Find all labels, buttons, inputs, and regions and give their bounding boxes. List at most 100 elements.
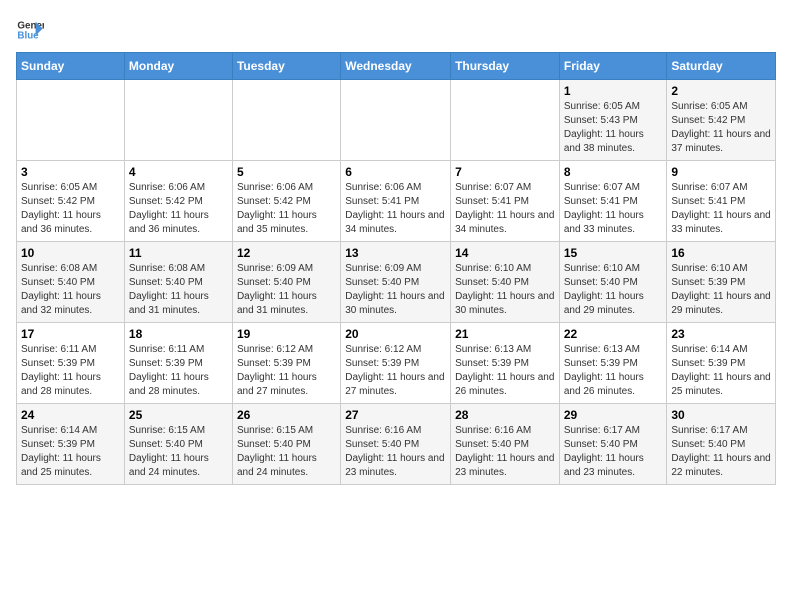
logo-icon: General Blue xyxy=(16,16,44,44)
calendar-header-cell: Thursday xyxy=(451,53,560,80)
day-number: 27 xyxy=(345,408,446,422)
day-info: Sunrise: 6:11 AM Sunset: 5:39 PM Dayligh… xyxy=(129,343,228,399)
calendar-header-cell: Friday xyxy=(559,53,667,80)
calendar-cell: 23 Sunrise: 6:14 AM Sunset: 5:39 PM Dayli… xyxy=(667,323,776,404)
day-number: 18 xyxy=(129,327,228,341)
day-number: 29 xyxy=(564,408,663,422)
day-number: 24 xyxy=(21,408,120,422)
day-number: 8 xyxy=(564,165,663,179)
day-info: Sunrise: 6:16 AM Sunset: 5:40 PM Dayligh… xyxy=(345,424,446,480)
day-number: 13 xyxy=(345,246,446,260)
calendar-cell: 15 Sunrise: 6:10 AM Sunset: 5:40 PM Dayli… xyxy=(559,242,667,323)
day-info: Sunrise: 6:15 AM Sunset: 5:40 PM Dayligh… xyxy=(237,424,336,480)
day-info: Sunrise: 6:05 AM Sunset: 5:43 PM Dayligh… xyxy=(564,100,663,156)
day-info: Sunrise: 6:07 AM Sunset: 5:41 PM Dayligh… xyxy=(455,181,555,237)
day-number: 22 xyxy=(564,327,663,341)
day-number: 17 xyxy=(21,327,120,341)
day-info: Sunrise: 6:06 AM Sunset: 5:41 PM Dayligh… xyxy=(345,181,446,237)
calendar-cell: 29 Sunrise: 6:17 AM Sunset: 5:40 PM Dayli… xyxy=(559,404,667,485)
calendar-cell: 26 Sunrise: 6:15 AM Sunset: 5:40 PM Dayli… xyxy=(232,404,340,485)
day-info: Sunrise: 6:14 AM Sunset: 5:39 PM Dayligh… xyxy=(671,343,771,399)
calendar-header-cell: Saturday xyxy=(667,53,776,80)
calendar-cell: 25 Sunrise: 6:15 AM Sunset: 5:40 PM Dayli… xyxy=(124,404,232,485)
day-number: 10 xyxy=(21,246,120,260)
day-number: 6 xyxy=(345,165,446,179)
day-number: 16 xyxy=(671,246,771,260)
day-number: 30 xyxy=(671,408,771,422)
day-number: 19 xyxy=(237,327,336,341)
day-info: Sunrise: 6:13 AM Sunset: 5:39 PM Dayligh… xyxy=(564,343,663,399)
calendar-cell: 10 Sunrise: 6:08 AM Sunset: 5:40 PM Dayli… xyxy=(17,242,125,323)
day-number: 12 xyxy=(237,246,336,260)
day-info: Sunrise: 6:14 AM Sunset: 5:39 PM Dayligh… xyxy=(21,424,120,480)
calendar-header-cell: Tuesday xyxy=(232,53,340,80)
calendar-header-cell: Wednesday xyxy=(341,53,451,80)
calendar-cell xyxy=(124,80,232,161)
calendar-cell: 2Sunrise: 6:05 AM Sunset: 5:42 PM Daylig… xyxy=(667,80,776,161)
day-number: 28 xyxy=(455,408,555,422)
logo: General Blue xyxy=(16,16,48,44)
calendar-cell: 17 Sunrise: 6:11 AM Sunset: 5:39 PM Dayli… xyxy=(17,323,125,404)
calendar-cell xyxy=(451,80,560,161)
calendar-cell: 7Sunrise: 6:07 AM Sunset: 5:41 PM Daylig… xyxy=(451,161,560,242)
calendar-header-cell: Sunday xyxy=(17,53,125,80)
day-info: Sunrise: 6:13 AM Sunset: 5:39 PM Dayligh… xyxy=(455,343,555,399)
day-number: 21 xyxy=(455,327,555,341)
calendar-cell: 6 Sunrise: 6:06 AM Sunset: 5:41 PM Daylig… xyxy=(341,161,451,242)
day-info: Sunrise: 6:06 AM Sunset: 5:42 PM Dayligh… xyxy=(237,181,336,237)
calendar-cell: 20 Sunrise: 6:12 AM Sunset: 5:39 PM Dayli… xyxy=(341,323,451,404)
day-number: 3 xyxy=(21,165,120,179)
calendar-cell: 24 Sunrise: 6:14 AM Sunset: 5:39 PM Dayli… xyxy=(17,404,125,485)
calendar-cell: 18 Sunrise: 6:11 AM Sunset: 5:39 PM Dayli… xyxy=(124,323,232,404)
calendar-cell: 21 Sunrise: 6:13 AM Sunset: 5:39 PM Dayli… xyxy=(451,323,560,404)
calendar-cell: 13 Sunrise: 6:09 AM Sunset: 5:40 PM Dayli… xyxy=(341,242,451,323)
calendar-cell: 22 Sunrise: 6:13 AM Sunset: 5:39 PM Dayli… xyxy=(559,323,667,404)
calendar-week-row: 1Sunrise: 6:05 AM Sunset: 5:43 PM Daylig… xyxy=(17,80,776,161)
day-info: Sunrise: 6:12 AM Sunset: 5:39 PM Dayligh… xyxy=(345,343,446,399)
day-info: Sunrise: 6:08 AM Sunset: 5:40 PM Dayligh… xyxy=(129,262,228,318)
day-info: Sunrise: 6:09 AM Sunset: 5:40 PM Dayligh… xyxy=(345,262,446,318)
calendar-body: 1Sunrise: 6:05 AM Sunset: 5:43 PM Daylig… xyxy=(17,80,776,485)
calendar-cell: 19Sunrise: 6:12 AM Sunset: 5:39 PM Dayli… xyxy=(232,323,340,404)
day-info: Sunrise: 6:05 AM Sunset: 5:42 PM Dayligh… xyxy=(21,181,120,237)
day-number: 4 xyxy=(129,165,228,179)
day-info: Sunrise: 6:17 AM Sunset: 5:40 PM Dayligh… xyxy=(671,424,771,480)
day-number: 23 xyxy=(671,327,771,341)
calendar-cell: 9Sunrise: 6:07 AM Sunset: 5:41 PM Daylig… xyxy=(667,161,776,242)
day-info: Sunrise: 6:15 AM Sunset: 5:40 PM Dayligh… xyxy=(129,424,228,480)
day-info: Sunrise: 6:10 AM Sunset: 5:39 PM Dayligh… xyxy=(671,262,771,318)
day-info: Sunrise: 6:06 AM Sunset: 5:42 PM Dayligh… xyxy=(129,181,228,237)
day-number: 15 xyxy=(564,246,663,260)
day-info: Sunrise: 6:08 AM Sunset: 5:40 PM Dayligh… xyxy=(21,262,120,318)
calendar-week-row: 3 Sunrise: 6:05 AM Sunset: 5:42 PM Daylig… xyxy=(17,161,776,242)
calendar-cell xyxy=(232,80,340,161)
calendar-week-row: 24 Sunrise: 6:14 AM Sunset: 5:39 PM Dayli… xyxy=(17,404,776,485)
calendar-week-row: 10 Sunrise: 6:08 AM Sunset: 5:40 PM Dayli… xyxy=(17,242,776,323)
day-info: Sunrise: 6:17 AM Sunset: 5:40 PM Dayligh… xyxy=(564,424,663,480)
calendar-header-row: SundayMondayTuesdayWednesdayThursdayFrid… xyxy=(17,53,776,80)
calendar-cell: 11 Sunrise: 6:08 AM Sunset: 5:40 PM Dayli… xyxy=(124,242,232,323)
calendar-table: SundayMondayTuesdayWednesdayThursdayFrid… xyxy=(16,52,776,485)
calendar-cell: 4 Sunrise: 6:06 AM Sunset: 5:42 PM Daylig… xyxy=(124,161,232,242)
day-info: Sunrise: 6:05 AM Sunset: 5:42 PM Dayligh… xyxy=(671,100,771,156)
day-number: 14 xyxy=(455,246,555,260)
calendar-cell: 27 Sunrise: 6:16 AM Sunset: 5:40 PM Dayli… xyxy=(341,404,451,485)
calendar-header-cell: Monday xyxy=(124,53,232,80)
calendar-cell: 16 Sunrise: 6:10 AM Sunset: 5:39 PM Dayli… xyxy=(667,242,776,323)
day-info: Sunrise: 6:07 AM Sunset: 5:41 PM Dayligh… xyxy=(564,181,663,237)
calendar-cell: 3 Sunrise: 6:05 AM Sunset: 5:42 PM Daylig… xyxy=(17,161,125,242)
day-info: Sunrise: 6:11 AM Sunset: 5:39 PM Dayligh… xyxy=(21,343,120,399)
calendar-cell: 8 Sunrise: 6:07 AM Sunset: 5:41 PM Daylig… xyxy=(559,161,667,242)
calendar-cell: 14Sunrise: 6:10 AM Sunset: 5:40 PM Dayli… xyxy=(451,242,560,323)
day-info: Sunrise: 6:09 AM Sunset: 5:40 PM Dayligh… xyxy=(237,262,336,318)
calendar-cell: 30 Sunrise: 6:17 AM Sunset: 5:40 PM Dayli… xyxy=(667,404,776,485)
day-number: 9 xyxy=(671,165,771,179)
day-number: 26 xyxy=(237,408,336,422)
day-number: 20 xyxy=(345,327,446,341)
calendar-cell: 1Sunrise: 6:05 AM Sunset: 5:43 PM Daylig… xyxy=(559,80,667,161)
day-info: Sunrise: 6:10 AM Sunset: 5:40 PM Dayligh… xyxy=(564,262,663,318)
calendar-cell xyxy=(17,80,125,161)
day-info: Sunrise: 6:16 AM Sunset: 5:40 PM Dayligh… xyxy=(455,424,555,480)
day-number: 25 xyxy=(129,408,228,422)
day-number: 11 xyxy=(129,246,228,260)
